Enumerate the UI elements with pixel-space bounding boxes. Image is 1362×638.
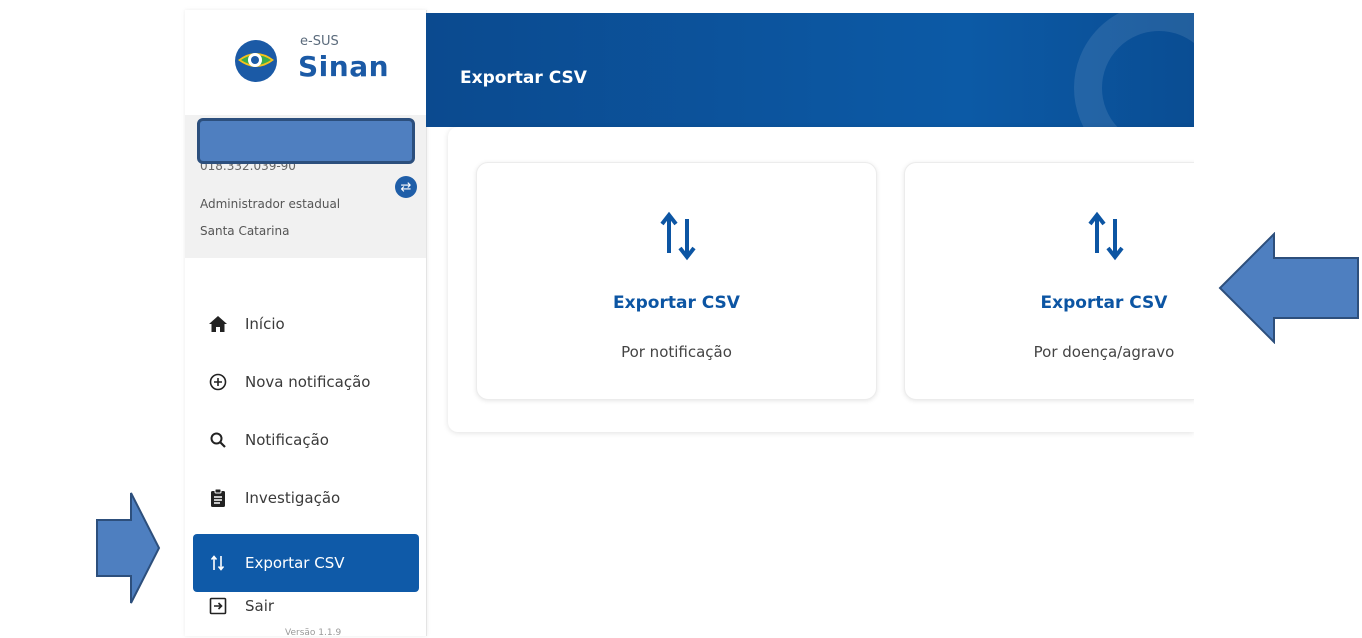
page-header: Exportar CSV: [426, 13, 1194, 127]
sidebar-item-label: Início: [245, 315, 285, 333]
sidebar-item-label: Exportar CSV: [245, 554, 345, 572]
home-icon: [207, 315, 229, 333]
sidebar: e-SUS Sinan 018.332.039-90 Administrador…: [185, 10, 427, 638]
card-subtitle: Por notificação: [621, 343, 732, 361]
plus-circle-icon: [207, 373, 229, 391]
card-title: Exportar CSV: [613, 293, 740, 313]
brand-subtitle: e-SUS: [300, 34, 339, 49]
sidebar-item-label: Investigação: [245, 489, 341, 507]
logout-icon: [207, 597, 229, 615]
annotation-arrow-right-icon: [96, 492, 161, 604]
sidebar-item-sair[interactable]: Sair: [193, 588, 419, 624]
swap-icon: ⇄: [400, 179, 412, 195]
swap-vertical-icon: [207, 554, 229, 572]
redaction-box: [197, 118, 415, 164]
sinan-logo-icon: [235, 40, 277, 82]
swap-vertical-icon: [1088, 211, 1124, 261]
clipboard-icon: [207, 488, 229, 508]
sidebar-item-exportar-csv[interactable]: Exportar CSV: [193, 534, 419, 592]
sidebar-item-label: Notificação: [245, 431, 329, 449]
sidebar-item-label: Sair: [245, 597, 275, 615]
switch-profile-button[interactable]: ⇄: [395, 176, 417, 198]
swap-vertical-icon: [660, 211, 696, 261]
user-state: Santa Catarina: [200, 224, 290, 238]
card-subtitle: Por doença/agravo: [1033, 343, 1175, 361]
version-label: Versão 1.1.9: [285, 628, 342, 638]
sidebar-item-nova-notificacao[interactable]: Nova notificação: [193, 360, 419, 404]
user-role: Administrador estadual: [200, 197, 341, 211]
user-panel: 018.332.039-90 Administrador estadual Sa…: [185, 115, 426, 258]
export-card-por-doenca[interactable]: Exportar CSV Por doença/agravo: [904, 162, 1195, 400]
export-card-por-notificacao[interactable]: Exportar CSV Por notificação: [476, 162, 877, 400]
annotation-arrow-left-icon: [1218, 232, 1359, 344]
page-title: Exportar CSV: [460, 68, 587, 88]
card-title: Exportar CSV: [1040, 293, 1168, 313]
search-icon: [207, 431, 229, 449]
sidebar-item-investigacao[interactable]: Investigação: [193, 476, 419, 520]
sidebar-item-inicio[interactable]: Início: [193, 302, 419, 346]
logo[interactable]: e-SUS Sinan: [185, 10, 426, 115]
brand-title: Sinan: [298, 50, 390, 83]
sidebar-item-label: Nova notificação: [245, 373, 371, 391]
sidebar-item-notificacao[interactable]: Notificação: [193, 418, 419, 462]
header-decoration: [1074, 13, 1194, 127]
